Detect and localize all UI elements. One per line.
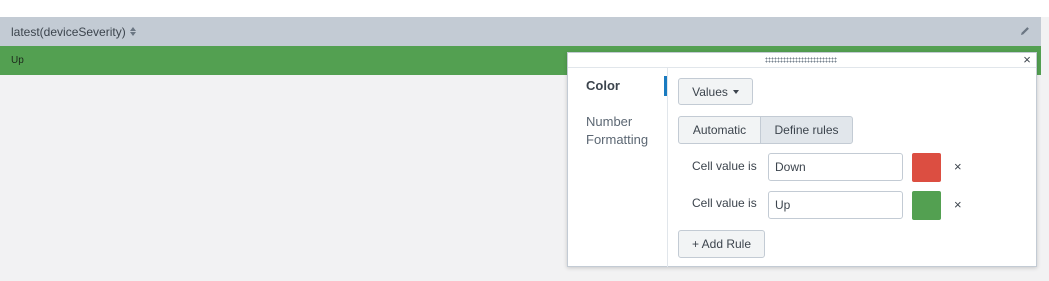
rule-label: Cell value is [692, 196, 757, 210]
add-rule-button[interactable]: + Add Rule [678, 230, 765, 258]
sidebar-item-number-formatting[interactable]: Number Formatting [586, 113, 648, 149]
sidebar-item-label: Formatting [586, 132, 649, 147]
color-format-panel: × Color Number Formatting Values Automat… [567, 52, 1037, 267]
table-cell: Up [11, 55, 24, 66]
rule-value-input[interactable]: Down [768, 153, 903, 181]
panel-content: Values Automatic Define rules Cell value… [668, 68, 1036, 267]
sidebar-item-label: Number [586, 114, 633, 129]
values-label: Values [692, 84, 728, 99]
remove-rule-icon[interactable]: × [954, 159, 962, 174]
sort-icon[interactable] [129, 27, 136, 37]
top-strip [0, 0, 1049, 17]
active-tab-indicator [664, 76, 667, 96]
table-header-row: latest(deviceSeverity) [0, 17, 1041, 46]
rule-value-input[interactable]: Up [768, 191, 903, 219]
panel-sidebar: Color Number Formatting [568, 68, 668, 267]
rule-label: Cell value is [692, 159, 757, 173]
sidebar-item-color[interactable]: Color [586, 78, 620, 93]
pencil-icon[interactable] [1019, 25, 1031, 37]
mode-automatic-button[interactable]: Automatic [678, 116, 761, 144]
close-icon[interactable]: × [1021, 53, 1033, 67]
drag-handle[interactable] [765, 57, 837, 63]
remove-rule-icon[interactable]: × [954, 197, 962, 212]
mode-define-rules-button[interactable]: Define rules [760, 116, 853, 144]
caret-down-icon [732, 89, 739, 94]
color-swatch[interactable] [912, 191, 941, 220]
color-swatch[interactable] [912, 153, 941, 182]
column-header[interactable]: latest(deviceSeverity) [11, 25, 126, 39]
values-dropdown-button[interactable]: Values [678, 78, 753, 105]
